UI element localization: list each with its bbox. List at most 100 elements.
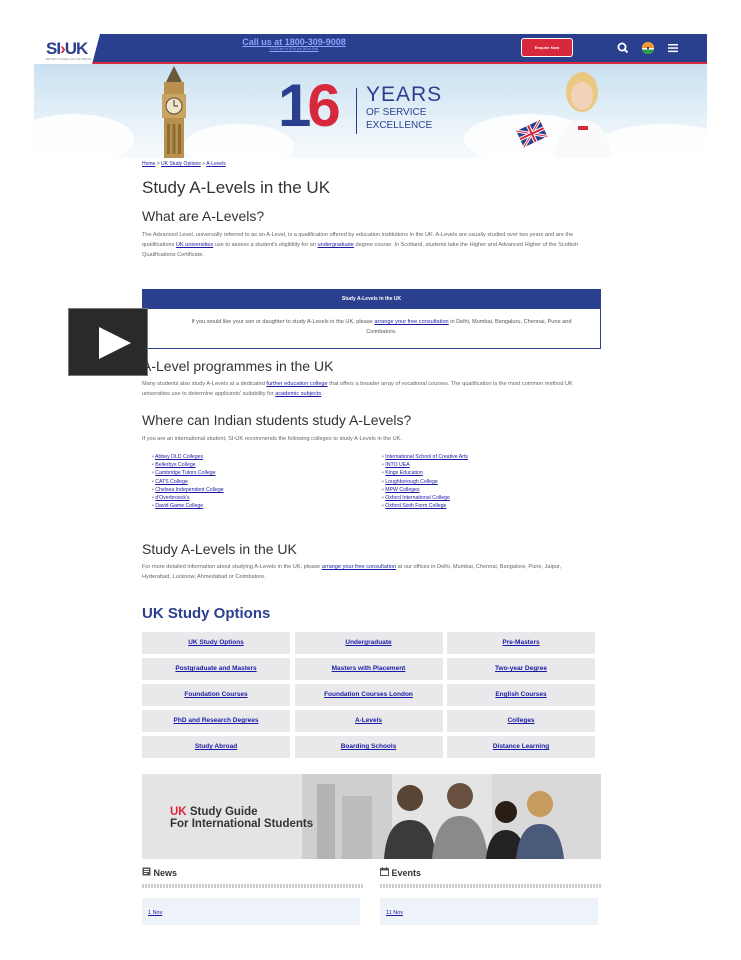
free-consultation-link[interactable]: arrange your free consultation [322, 564, 396, 570]
events-item[interactable]: 11 Nov [380, 898, 598, 925]
college-link[interactable]: d'Overbroeck's [155, 495, 189, 501]
study-option-tile[interactable]: Study Abroad [142, 736, 290, 758]
big-ben-image [162, 66, 186, 158]
study-option-link[interactable]: PhD and Research Degrees [174, 717, 259, 724]
academic-subjects-link[interactable]: academic subjects [275, 391, 321, 397]
study-option-tile[interactable]: Foundation Courses [142, 684, 290, 706]
college-link[interactable]: David Game College [155, 503, 203, 509]
site-logo[interactable]: SI›UK BRITISH COUNSELLING FOR INDIANS [34, 34, 100, 64]
consultation-callout: Study A-Levels in the UK If you would li… [142, 289, 601, 349]
event-date-link[interactable]: 11 Nov [386, 910, 403, 916]
college-link[interactable]: Abbey DLD Colleges [155, 454, 203, 460]
college-link[interactable]: Oxford Sixth Form College [385, 503, 446, 509]
study-option-link[interactable]: Foundation Courses [184, 691, 247, 698]
callout-heading: Study A-Levels in the UK [143, 290, 600, 309]
menu-icon[interactable] [666, 41, 680, 55]
list-item: International School of Creative Arts [382, 453, 468, 461]
college-link[interactable]: Kings Education [385, 470, 423, 476]
study-option-tile[interactable]: Pre-Masters [447, 632, 595, 654]
top-nav-bar: SI›UK BRITISH COUNSELLING FOR INDIANS Ca… [34, 34, 707, 64]
call-us-hours: 10:00 am to 8:00 pm (Mon-Sat) [269, 47, 319, 51]
uk-study-options-heading: UK Study Options [142, 605, 271, 622]
study-option-tile[interactable]: Colleges [447, 710, 595, 732]
breadcrumb-a-levels[interactable]: A-Levels [206, 161, 225, 167]
study-option-tile[interactable]: A-Levels [294, 710, 443, 732]
news-heading: News [142, 867, 177, 878]
what-are-a-levels-text: The Advanced Level, universally referred… [142, 232, 579, 258]
study-option-tile[interactable]: UK Study Options [142, 632, 290, 654]
years-of-service-text: YEARS OF SERVICE EXCELLENCE [366, 83, 443, 132]
study-option-link[interactable]: Masters with Placement [332, 665, 406, 672]
college-link[interactable]: Oxford International College [385, 495, 450, 501]
list-item: d'Overbroeck's [152, 494, 224, 502]
study-options-grid: UK Study Options Undergraduate Pre-Maste… [142, 632, 595, 758]
list-item: Chelsea Independent College [152, 486, 223, 494]
arrange-consultation-link[interactable]: arrange your free consultation [374, 319, 448, 325]
enquire-now-button[interactable]: Enquire Now [521, 38, 573, 57]
hero-banner: 16 YEARS OF SERVICE EXCELLENCE [34, 64, 707, 158]
study-option-link[interactable]: Colleges [507, 717, 534, 724]
study-option-tile[interactable]: English Courses [447, 684, 595, 706]
list-item: Oxford Sixth Form College [382, 502, 468, 510]
study-option-link[interactable]: Study Abroad [195, 743, 237, 750]
study-option-link[interactable]: UK Study Options [188, 639, 244, 646]
study-a-levels-text: For more detailed information about stud… [142, 564, 562, 580]
college-list-right: International School of Creative Arts IN… [382, 453, 468, 510]
newspaper-icon [142, 867, 151, 876]
a-level-programmes-text: Many students also study A-Levels at a d… [142, 381, 573, 397]
study-option-tile[interactable]: Undergraduate [294, 632, 443, 654]
study-option-tile[interactable]: Masters with Placement [294, 658, 443, 680]
call-us-link[interactable]: Call us at 1800-309-9008 10:00 am to 8:0… [224, 37, 364, 51]
study-option-link[interactable]: Two-year Degree [495, 665, 547, 672]
list-item: INTO UEA [382, 461, 468, 469]
study-option-tile[interactable]: Postgraduate and Masters [142, 658, 290, 680]
college-link[interactable]: Chelsea Independent College [155, 487, 223, 493]
uk-study-guide-banner[interactable]: UK Study Guide For International Students [142, 774, 601, 859]
video-play-button[interactable] [68, 308, 148, 376]
undergraduate-link[interactable]: undergraduate [318, 242, 354, 248]
study-option-tile[interactable]: Two-year Degree [447, 658, 595, 680]
list-item: Cambridge Tutors College [152, 469, 224, 477]
breadcrumb-home[interactable]: Home [142, 161, 155, 167]
student-with-flag-image [515, 72, 612, 158]
study-option-link[interactable]: Boarding Schools [341, 743, 397, 750]
call-us-text: Call us at 1800-309-9008 [242, 37, 346, 47]
study-option-tile[interactable]: Distance Learning [447, 736, 595, 758]
news-item[interactable]: 1 Nov [142, 898, 360, 925]
india-flag-icon[interactable] [641, 41, 655, 55]
college-list-left: Abbey DLD Colleges Bellerbys College Cam… [152, 453, 224, 510]
study-option-link[interactable]: Pre-Masters [502, 639, 539, 646]
college-link[interactable]: International School of Creative Arts [385, 454, 468, 460]
breadcrumb-uk-study-options[interactable]: UK Study Options [161, 161, 201, 167]
a-level-programmes-heading: A-Level programmes in the UK [142, 358, 334, 374]
study-a-levels-heading: Study A-Levels in the UK [142, 541, 297, 557]
list-item: David Game College [152, 502, 224, 510]
study-option-link[interactable]: Foundation Courses London [324, 691, 413, 698]
college-link[interactable]: INTO UEA [385, 462, 409, 468]
list-item: Kings Education [382, 469, 468, 477]
logo-tagline: BRITISH COUNSELLING FOR INDIANS [46, 58, 92, 61]
college-link[interactable]: MPW Colleges [385, 487, 419, 493]
news-date-link[interactable]: 1 Nov [148, 910, 162, 916]
list-item: MPW Colleges [382, 486, 468, 494]
students-photo [302, 774, 601, 859]
college-link[interactable]: CATS College [155, 479, 187, 485]
study-option-tile[interactable]: PhD and Research Degrees [142, 710, 290, 732]
college-link[interactable]: Cambridge Tutors College [155, 470, 215, 476]
study-option-tile[interactable]: Foundation Courses London [294, 684, 443, 706]
study-option-link[interactable]: Undergraduate [345, 639, 391, 646]
logo-text: SI›UK [46, 39, 88, 58]
search-icon[interactable] [616, 41, 630, 55]
college-link[interactable]: Loughborough College [385, 479, 438, 485]
college-link[interactable]: Bellerbys College [155, 462, 195, 468]
events-heading: Events [380, 867, 421, 878]
events-divider [380, 884, 601, 888]
study-option-link[interactable]: A-Levels [355, 717, 382, 724]
study-option-tile[interactable]: Boarding Schools [294, 736, 443, 758]
uk-universities-link[interactable]: UK universities [176, 242, 213, 248]
study-option-link[interactable]: English Courses [495, 691, 546, 698]
study-option-link[interactable]: Postgraduate and Masters [175, 665, 256, 672]
further-education-college-link[interactable]: further education college [266, 381, 327, 387]
list-item: CATS College [152, 478, 224, 486]
study-option-link[interactable]: Distance Learning [493, 743, 549, 750]
